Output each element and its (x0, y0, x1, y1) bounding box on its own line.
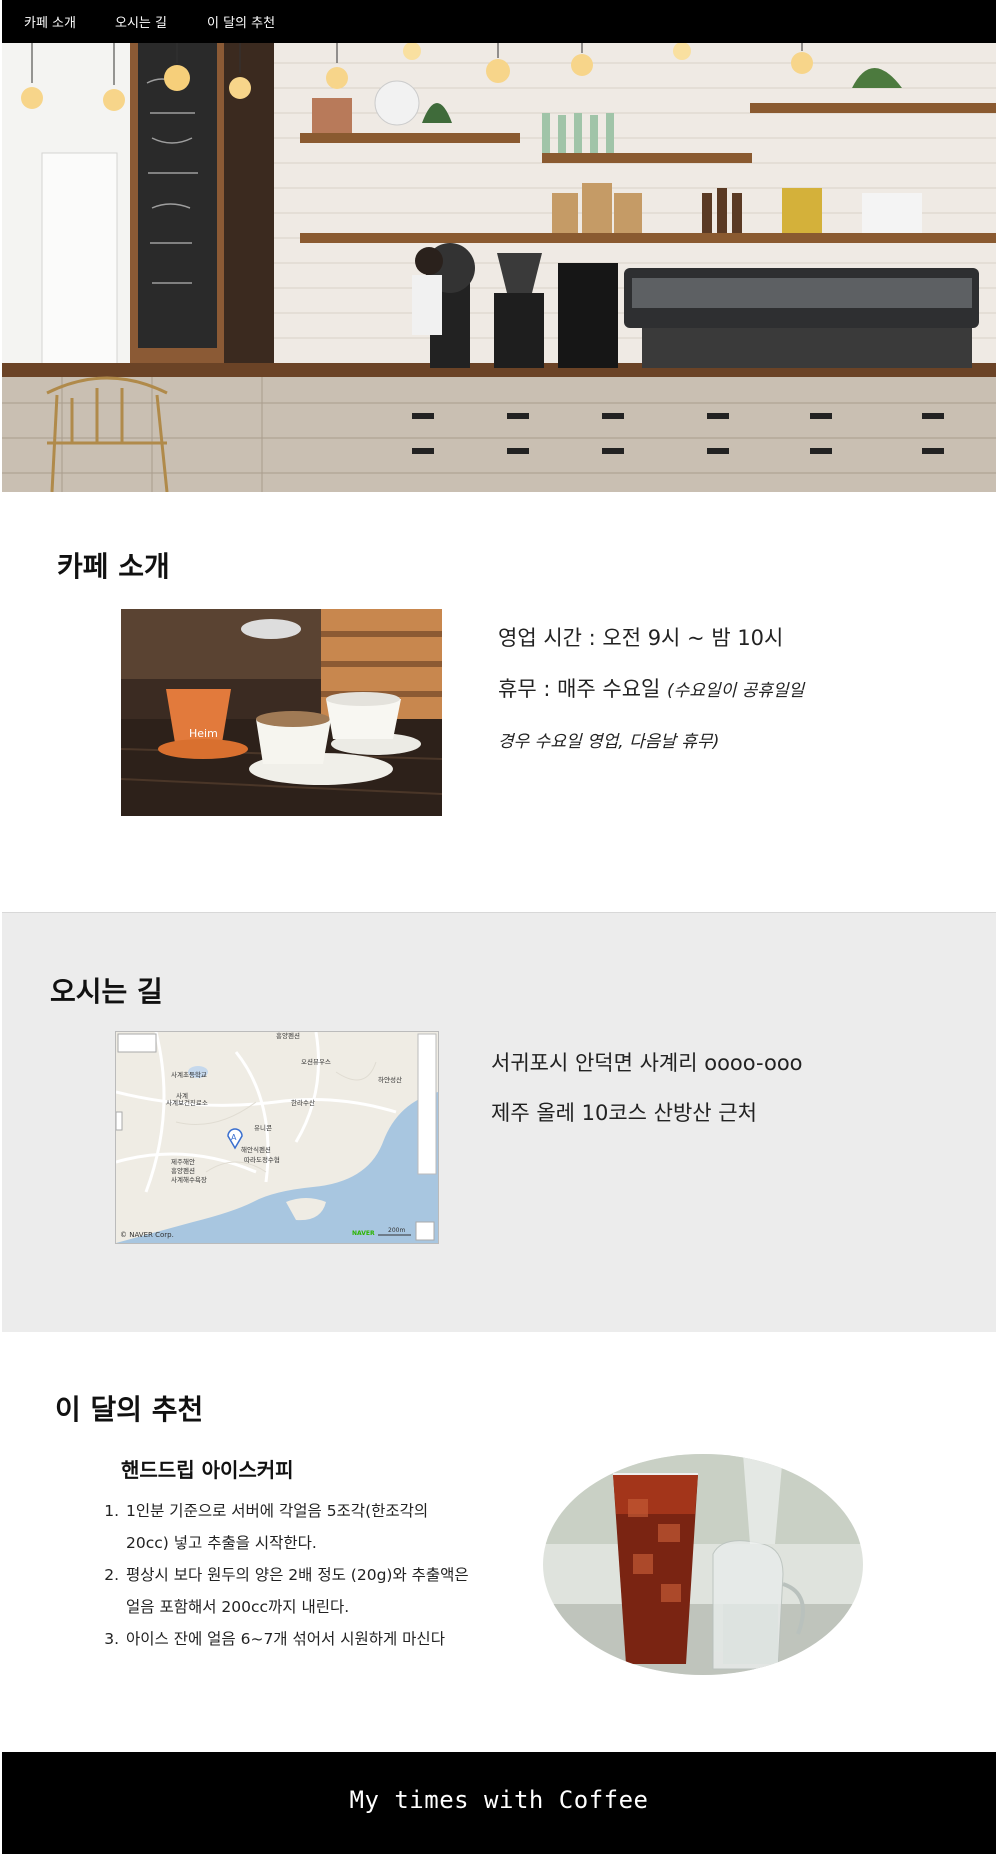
recommend-title: 이 달의 추천 (55, 1393, 204, 1426)
closed-day-note-1: (수요일이 공휴일일 (667, 681, 805, 701)
hero-cafe-image (2, 43, 996, 492)
top-nav: 카페 소개 오시는 길 이 달의 추천 (2, 0, 996, 43)
drink-name: 핸드드립 아이스커피 (121, 1458, 294, 1482)
address: 서귀포시 안덕면 사계리 oooo-ooo (491, 1051, 803, 1075)
recipe-step: 1인분 기준으로 서버에 각얼음 5조각(한조각의 20cc) 넣고 추출을 시… (124, 1495, 469, 1559)
business-hours: 영업 시간 : 오전 9시 ~ 밤 10시 (498, 626, 784, 650)
intro-section: 카페 소개 Heim 영업 시간: 오전 9시 ~ 밤 10시 휴무: 매주… (2, 492, 996, 912)
iced-coffee-photo (543, 1454, 863, 1675)
recipe-steps: 1인분 기준으로 서버에 각얼음 5조각(한조각의 20cc) 넣고 추출을 시… (102, 1495, 469, 1655)
closed-day-note-2: 경우 수요일 영업, 다음날 휴무) (498, 732, 720, 752)
map-label: 오션뷰우스 (301, 1057, 331, 1066)
intro-title: 카페 소개 (57, 550, 170, 583)
map-marker-label: A (231, 1133, 237, 1142)
nav-link-intro[interactable]: 카페 소개 (24, 12, 76, 31)
closed-day: 휴무 : 매주 수요일 (수요일이 공휴일일 (498, 673, 804, 703)
location-map[interactable]: A 사계초등학교 사계보건진료소 사계 흥양펜션 오션뷰우스 한라수산 유니콘 … (115, 1031, 439, 1244)
map-brand: NAVER (352, 1230, 375, 1237)
landmark: 제주 올레 10코스 산방산 근처 (491, 1101, 757, 1125)
map-label: 유니콘 (254, 1123, 272, 1132)
nav-link-directions[interactable]: 오시는 길 (115, 12, 167, 31)
map-copyright: © NAVER Corp. (120, 1231, 174, 1239)
svg-text:Heim: Heim (189, 727, 218, 740)
map-label: 사계해수욕장 (171, 1175, 207, 1184)
map-label: 사계 (176, 1091, 188, 1100)
footer-title: My times with Coffee (349, 1786, 649, 1814)
recommend-section: 이 달의 추천 핸드드립 아이스커피 1인분 기준으로 서버에 각얼음 5조각(… (2, 1332, 996, 1752)
map-label: 해안식펜션 (241, 1145, 271, 1154)
intro-cups-photo: Heim (121, 609, 442, 816)
directions-title: 오시는 길 (50, 975, 163, 1008)
map-label: 제주해안 (171, 1157, 195, 1166)
recipe-step: 평상시 보다 원두의 양은 2배 정도 (20g)와 추출액은 얼음 포함해서 … (124, 1559, 469, 1623)
map-scale: 200m (388, 1227, 405, 1234)
footer: My times with Coffee (2, 1752, 996, 1854)
map-label: 하얀성산 (378, 1075, 402, 1084)
map-label: 흥양펜션 (171, 1166, 195, 1175)
map-label: 따라도정수협 (244, 1155, 280, 1164)
nav-link-recommend[interactable]: 이 달의 추천 (207, 12, 275, 31)
map-label: 사계초등학교 (171, 1070, 207, 1079)
directions-section: 오시는 길 A 사계초등학교 사계보건진료소 사계 흥양펜션 오션뷰우스 한라수… (2, 912, 996, 1334)
map-label: 흥양펜션 (276, 1032, 300, 1040)
closed-day-label: 휴무 : 매주 수요일 (498, 677, 668, 701)
map-label: 한라수산 (291, 1098, 315, 1107)
recipe-step: 아이스 잔에 얼음 6~7개 섞어서 시원하게 마신다 (124, 1623, 469, 1655)
